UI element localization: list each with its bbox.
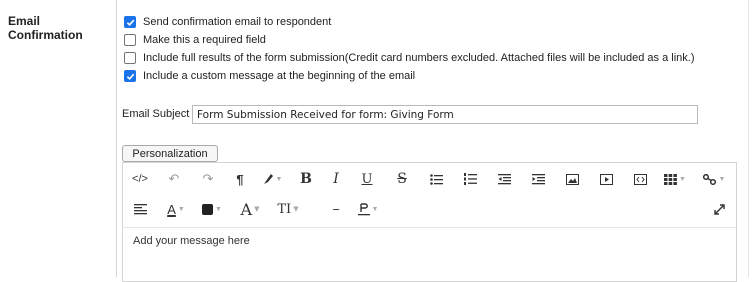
- italic-icon[interactable]: I: [323, 167, 349, 191]
- undo-icon[interactable]: ↶: [161, 167, 187, 191]
- font-size-icon[interactable]: A ▼: [237, 197, 263, 221]
- text-transform-icon[interactable]: TI ▼: [275, 197, 301, 221]
- chevron-down-icon: ▼: [215, 205, 222, 213]
- option-label: Include a custom message at the beginnin…: [143, 70, 416, 82]
- background-color-icon[interactable]: ▼: [199, 197, 225, 221]
- option-send-confirmation[interactable]: Send confirmation email to respondent: [124, 14, 331, 30]
- label-column: Email Confirmation: [0, 0, 117, 277]
- chevron-down-icon: ▼: [177, 205, 185, 213]
- highlighter-icon[interactable]: ▼: [259, 167, 285, 191]
- image-icon[interactable]: [559, 167, 585, 191]
- chevron-down-icon: ▼: [275, 175, 283, 183]
- checkbox-custom-message[interactable]: [124, 70, 136, 82]
- checkbox-send-confirmation[interactable]: [124, 16, 136, 28]
- option-custom-message[interactable]: Include a custom message at the beginnin…: [124, 68, 415, 84]
- right-divider: [748, 0, 749, 277]
- chevron-down-icon: ▼: [371, 205, 379, 213]
- bold-icon[interactable]: B: [293, 167, 319, 191]
- redo-icon[interactable]: ↷: [195, 167, 221, 191]
- chevron-down-icon: ▼: [293, 205, 299, 213]
- color-swatch: [202, 203, 214, 215]
- section-label: Email Confirmation: [8, 14, 83, 42]
- outdent-icon[interactable]: [491, 167, 517, 191]
- fullscreen-icon[interactable]: [706, 197, 732, 221]
- paragraph-icon[interactable]: ¶: [227, 167, 253, 191]
- underline-icon[interactable]: U: [354, 167, 380, 191]
- checkbox-full-results[interactable]: [124, 52, 136, 64]
- horizontal-rule-icon[interactable]: −: [323, 197, 349, 221]
- code-view-icon[interactable]: </>: [127, 167, 153, 191]
- font-color-icon[interactable]: A ▼: [163, 197, 189, 221]
- bullet-list-icon[interactable]: [423, 167, 449, 191]
- option-label: Include full results of the form submiss…: [143, 52, 695, 64]
- line-height-icon[interactable]: ▼: [355, 197, 381, 221]
- strikethrough-icon[interactable]: S: [389, 167, 415, 191]
- video-icon[interactable]: [593, 167, 619, 191]
- option-label: Make this a required field: [143, 34, 266, 46]
- chevron-down-icon: ▼: [679, 175, 686, 183]
- link-icon[interactable]: ▼: [701, 167, 727, 191]
- indent-icon[interactable]: [525, 167, 551, 191]
- chevron-down-icon: ▼: [254, 205, 260, 213]
- option-required-field[interactable]: Make this a required field: [124, 32, 266, 48]
- checkbox-required-field[interactable]: [124, 34, 136, 46]
- option-full-results[interactable]: Include full results of the form submiss…: [124, 50, 694, 66]
- embed-code-icon[interactable]: [627, 167, 653, 191]
- rich-text-editor: </> ↶ ↷ ¶ ▼ B I U S ▼ ▼ A ▼ ▼ A ▼ TI ▼ −…: [122, 162, 737, 282]
- personalization-button[interactable]: Personalization: [122, 145, 218, 162]
- align-left-icon[interactable]: [127, 197, 153, 221]
- email-subject-label: Email Subject: [122, 108, 190, 120]
- numbered-list-icon[interactable]: [457, 167, 483, 191]
- table-icon[interactable]: ▼: [662, 167, 688, 191]
- chevron-down-icon: ▼: [718, 175, 726, 183]
- option-label: Send confirmation email to respondent: [143, 16, 332, 28]
- email-subject-input[interactable]: [192, 105, 698, 124]
- editor-placeholder[interactable]: Add your message here: [133, 235, 250, 247]
- editor-toolbar: </> ↶ ↷ ¶ ▼ B I U S ▼ ▼ A ▼ ▼ A ▼ TI ▼ −…: [123, 163, 736, 228]
